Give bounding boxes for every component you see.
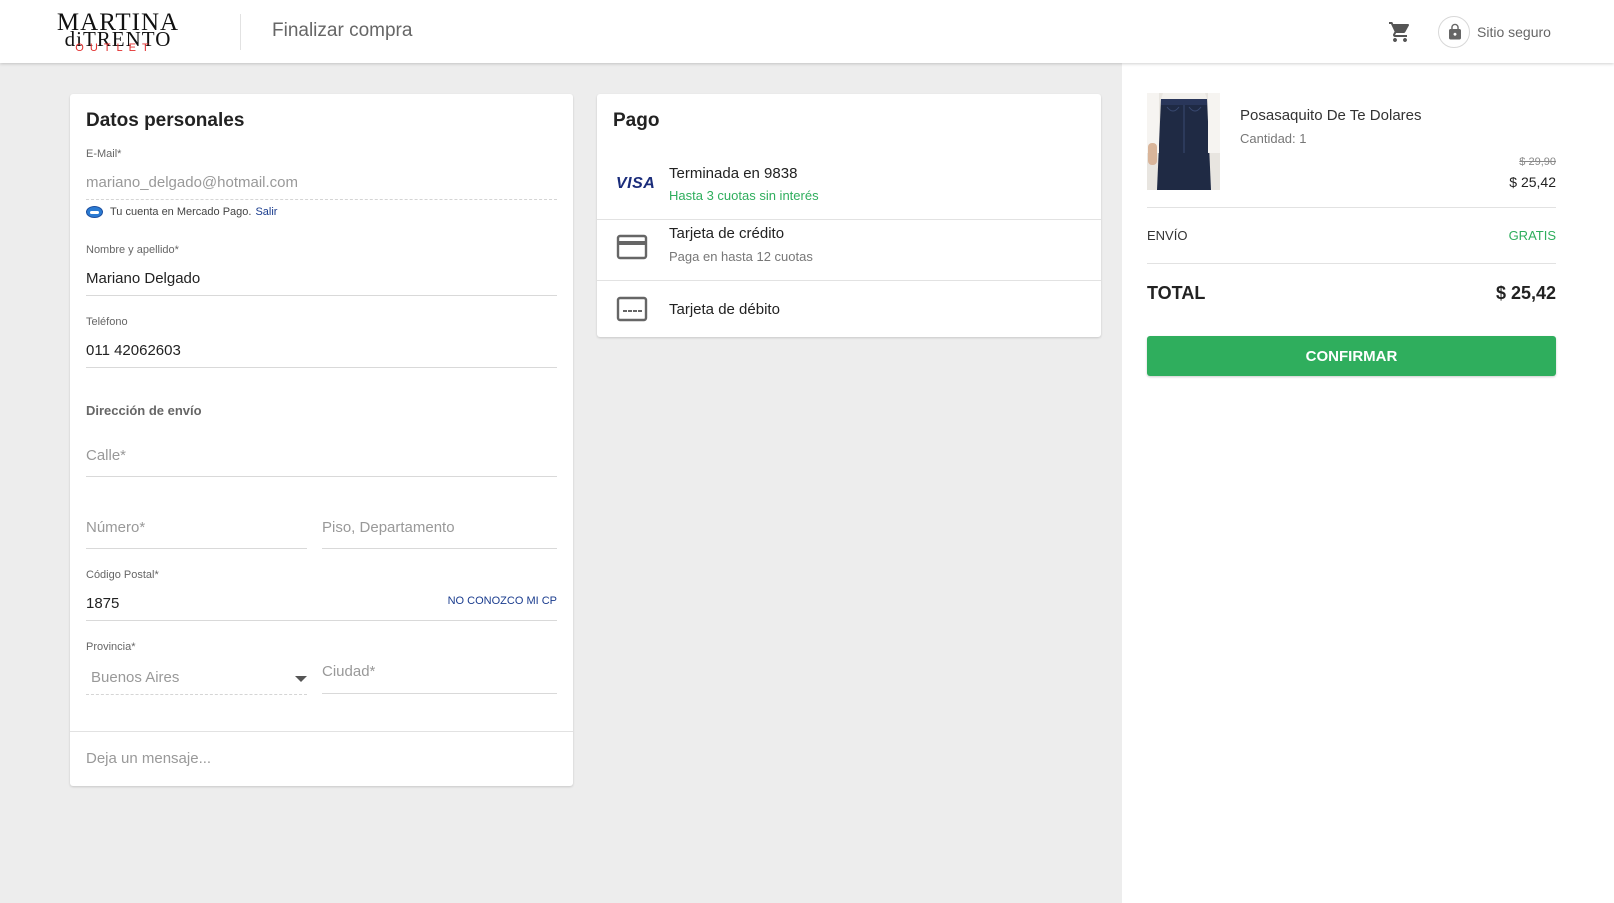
shipping-label: ENVÍO: [1147, 228, 1188, 243]
header-divider: [240, 14, 241, 50]
unknown-postal-code-link[interactable]: NO CONOZCO MI CP: [440, 595, 557, 607]
personal-data-card: Datos personales E-Mail* mariano_delgado…: [70, 94, 573, 786]
secure-site-label: Sitio seguro: [1477, 24, 1551, 40]
shipping-address-title: Dirección de envío: [86, 403, 202, 418]
product-price-original: $ 29,90: [1519, 156, 1556, 168]
shopping-cart-icon[interactable]: [1388, 20, 1412, 44]
lock-icon: [1449, 23, 1461, 40]
payment-option-subtitle: Hasta 3 cuotas sin interés: [669, 188, 819, 203]
secure-badge: [1438, 16, 1470, 48]
province-label: Provincia*: [86, 641, 136, 653]
city-field[interactable]: Ciudad*: [322, 663, 375, 680]
message-input[interactable]: Deja un mensaje...: [86, 750, 211, 767]
mercadopago-logout-link[interactable]: Salir: [255, 206, 277, 218]
debit-card-icon: [616, 296, 648, 322]
postal-code-label: Código Postal*: [86, 569, 159, 581]
name-label: Nombre y apellido*: [86, 244, 179, 256]
product-quantity: Cantidad: 1: [1240, 131, 1307, 146]
phone-label: Teléfono: [86, 316, 128, 328]
payment-option-title: Terminada en 9838: [669, 165, 798, 182]
visa-icon: VISA: [616, 175, 656, 192]
mercadopago-account-text: Tu cuenta en Mercado Pago.: [110, 206, 252, 218]
payment-option-credit-card[interactable]: Tarjeta de crédito Paga en hasta 12 cuot…: [597, 220, 1101, 279]
logo-line-outlet: OUTLET: [75, 42, 155, 54]
name-field[interactable]: Mariano Delgado: [86, 270, 200, 287]
city-underline: [322, 693, 557, 694]
postal-code-underline: [86, 620, 557, 621]
street-underline: [86, 476, 557, 477]
total-label: TOTAL: [1147, 283, 1206, 303]
payment-option-visa[interactable]: VISA Terminada en 9838 Hasta 3 cuotas si…: [597, 155, 1101, 214]
number-field[interactable]: Número*: [86, 519, 145, 536]
personal-data-title: Datos personales: [86, 110, 245, 131]
payment-option-title: Tarjeta de débito: [669, 301, 780, 318]
page-title: Finalizar compra: [272, 20, 413, 41]
phone-underline: [86, 367, 557, 368]
total-value: $ 25,42: [1495, 283, 1556, 303]
message-divider: [70, 731, 573, 732]
confirm-button[interactable]: CONFIRMAR: [1147, 336, 1556, 376]
product-price-final: $ 25,42: [1509, 174, 1556, 190]
floor-apartment-field[interactable]: Piso, Departamento: [322, 519, 455, 536]
floor-apartment-underline: [322, 548, 557, 549]
name-underline: [86, 295, 557, 296]
mercadopago-icon: [86, 206, 103, 218]
province-selected-value: Buenos Aires: [91, 669, 180, 686]
email-label: E-Mail*: [86, 148, 122, 160]
number-underline: [86, 548, 307, 549]
payment-option-title: Tarjeta de crédito: [669, 225, 785, 242]
street-field[interactable]: Calle*: [86, 447, 126, 464]
payment-option-subtitle: Paga en hasta 12 cuotas: [669, 249, 813, 264]
product-thumbnail: [1147, 93, 1220, 190]
postal-code-field[interactable]: 1875: [86, 595, 119, 612]
payment-card: Pago VISA Terminada en 9838 Hasta 3 cuot…: [597, 94, 1101, 337]
email-underline: [86, 199, 557, 200]
payment-title: Pago: [613, 110, 660, 131]
summary-divider: [1147, 263, 1556, 264]
shipping-value: GRATIS: [1508, 228, 1556, 243]
credit-card-icon: [616, 234, 648, 260]
header: MARTINA diTRENTO OUTLET Finalizar compra…: [0, 0, 1614, 63]
email-field[interactable]: mariano_delgado@hotmail.com: [86, 174, 298, 191]
mercadopago-account-row: Tu cuenta en Mercado Pago. Salir: [86, 206, 277, 218]
province-select[interactable]: Buenos Aires: [86, 660, 307, 690]
product-name: Posasaquito De Te Dolares: [1240, 107, 1422, 124]
dropdown-arrow-icon: [295, 676, 307, 682]
summary-divider: [1147, 207, 1556, 208]
province-underline: [86, 694, 307, 695]
phone-field[interactable]: 011 42062603: [86, 342, 181, 359]
payment-option-debit-card[interactable]: Tarjeta de débito: [597, 281, 1101, 337]
brand-logo[interactable]: MARTINA diTRENTO OUTLET: [32, 10, 204, 55]
